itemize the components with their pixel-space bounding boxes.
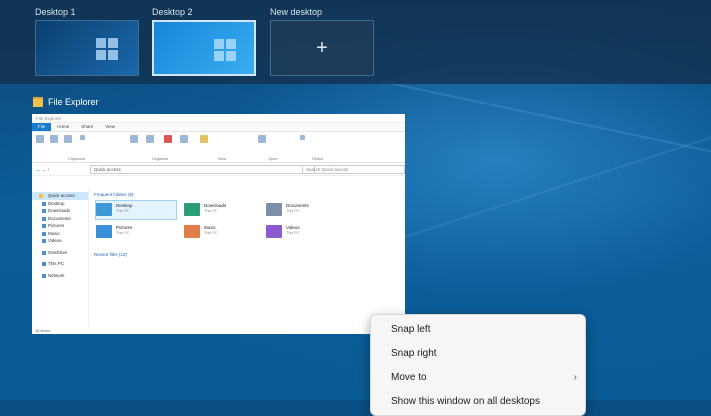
- address-bar[interactable]: Quick access: [90, 164, 315, 174]
- context-menu: Snap left Snap right Move to › Show this…: [370, 314, 586, 416]
- copy-to-button[interactable]: [146, 135, 156, 153]
- menu-move-to[interactable]: Move to: [391, 372, 427, 383]
- virtual-desktops-bar: Desktop 1 Desktop 2 New desktop +: [0, 0, 711, 84]
- nav-quick-access[interactable]: Quick access: [32, 192, 88, 200]
- address-row: ← → ↑ Quick access Search Quick access: [32, 163, 405, 176]
- rename-button[interactable]: [180, 135, 190, 153]
- explorer-titlebar: File Explorer: [32, 114, 405, 123]
- search-input[interactable]: Search Quick access: [302, 164, 405, 174]
- desktop-2[interactable]: Desktop 2: [152, 6, 256, 76]
- desktop-1-thumbnail[interactable]: [35, 20, 139, 76]
- menu-show-on-all-desktops[interactable]: Show this window on all desktops: [391, 396, 540, 407]
- nav-downloads[interactable]: Downloads: [32, 207, 88, 215]
- back-arrow-icon[interactable]: ←: [36, 167, 41, 172]
- pictures-folder-icon: [96, 225, 112, 238]
- forward-arrow-icon[interactable]: →: [42, 167, 47, 172]
- folder-downloads[interactable]: Downloads This PC: [184, 201, 264, 219]
- nav-this-pc[interactable]: This PC: [32, 260, 88, 268]
- desktop-1[interactable]: Desktop 1: [35, 6, 139, 76]
- folder-icon: [33, 97, 43, 107]
- nav-network[interactable]: Network: [32, 272, 88, 280]
- pin-button[interactable]: [36, 135, 46, 153]
- delete-button[interactable]: [164, 135, 174, 153]
- nav-pictures[interactable]: Pictures: [32, 222, 88, 230]
- up-arrow-icon[interactable]: ↑: [48, 167, 50, 172]
- tab-view[interactable]: View: [99, 123, 121, 131]
- group-new: New: [218, 156, 227, 161]
- new-folder-button[interactable]: [200, 135, 210, 153]
- ribbon-tabs: File Home Share View: [32, 123, 405, 132]
- nav-videos[interactable]: Videos: [32, 237, 88, 245]
- recent-files-header[interactable]: Recent files (13): [94, 251, 127, 259]
- group-select: Select: [312, 156, 324, 161]
- group-clipboard: Clipboard: [68, 156, 86, 161]
- new-desktop-button[interactable]: +: [270, 20, 374, 76]
- ribbon: Clipboard Organize New Open Select: [32, 132, 405, 163]
- nav-music[interactable]: Music: [32, 230, 88, 238]
- windows-logo-icon: [96, 38, 118, 60]
- select-all-button[interactable]: [300, 135, 307, 153]
- nav-desktop[interactable]: Desktop: [32, 200, 88, 208]
- content-pane: Frequent folders (6) Desktop This PC Dow…: [90, 189, 405, 326]
- folder-documents[interactable]: Documents This PC: [266, 201, 346, 219]
- group-open: Open: [268, 156, 278, 161]
- plus-icon: +: [316, 37, 328, 59]
- frequent-folders-header[interactable]: Frequent folders (6): [94, 191, 405, 199]
- windows-logo-icon: [214, 39, 236, 61]
- desktop-folder-icon: [96, 203, 112, 216]
- window-caption[interactable]: File Explorer: [33, 97, 99, 107]
- menu-snap-right[interactable]: Snap right: [391, 348, 437, 359]
- copy-button[interactable]: [50, 135, 60, 153]
- tab-home[interactable]: Home: [51, 123, 75, 131]
- tab-file[interactable]: File: [32, 123, 52, 131]
- menu-snap-left[interactable]: Snap left: [391, 324, 430, 335]
- folder-pictures[interactable]: Pictures This PC: [96, 223, 176, 241]
- videos-folder-icon: [266, 225, 282, 238]
- window-title: File Explorer: [48, 97, 99, 107]
- cut-button[interactable]: [80, 135, 87, 153]
- file-explorer-window[interactable]: File Explorer File Home Share View Clipb…: [32, 114, 405, 334]
- group-organize: Organize: [152, 156, 169, 161]
- nav-onedrive[interactable]: OneDrive: [32, 249, 88, 257]
- nav-documents[interactable]: Documents: [32, 215, 88, 223]
- new-desktop[interactable]: New desktop +: [270, 6, 374, 76]
- explorer-titlebar-text: File Explorer: [36, 115, 62, 121]
- folder-videos[interactable]: Videos This PC: [266, 223, 346, 241]
- downloads-folder-icon: [184, 203, 200, 216]
- move-to-button[interactable]: [130, 135, 140, 153]
- desktop-2-label: Desktop 2: [152, 7, 193, 17]
- folder-desktop[interactable]: Desktop This PC: [95, 200, 177, 220]
- navigation-pane: Quick access Desktop Downloads Documents…: [32, 189, 89, 326]
- tab-share[interactable]: Share: [75, 123, 99, 131]
- chevron-right-icon: ›: [573, 372, 577, 383]
- documents-folder-icon: [266, 203, 282, 216]
- music-folder-icon: [184, 225, 200, 238]
- new-desktop-label: New desktop: [270, 7, 323, 17]
- properties-button[interactable]: [258, 135, 268, 153]
- status-bar-count: 19 items: [35, 328, 51, 333]
- folder-music[interactable]: Music This PC: [184, 223, 264, 241]
- paste-button[interactable]: [64, 135, 74, 153]
- desktop-2-thumbnail[interactable]: [152, 20, 256, 76]
- desktop-1-label: Desktop 1: [35, 7, 76, 17]
